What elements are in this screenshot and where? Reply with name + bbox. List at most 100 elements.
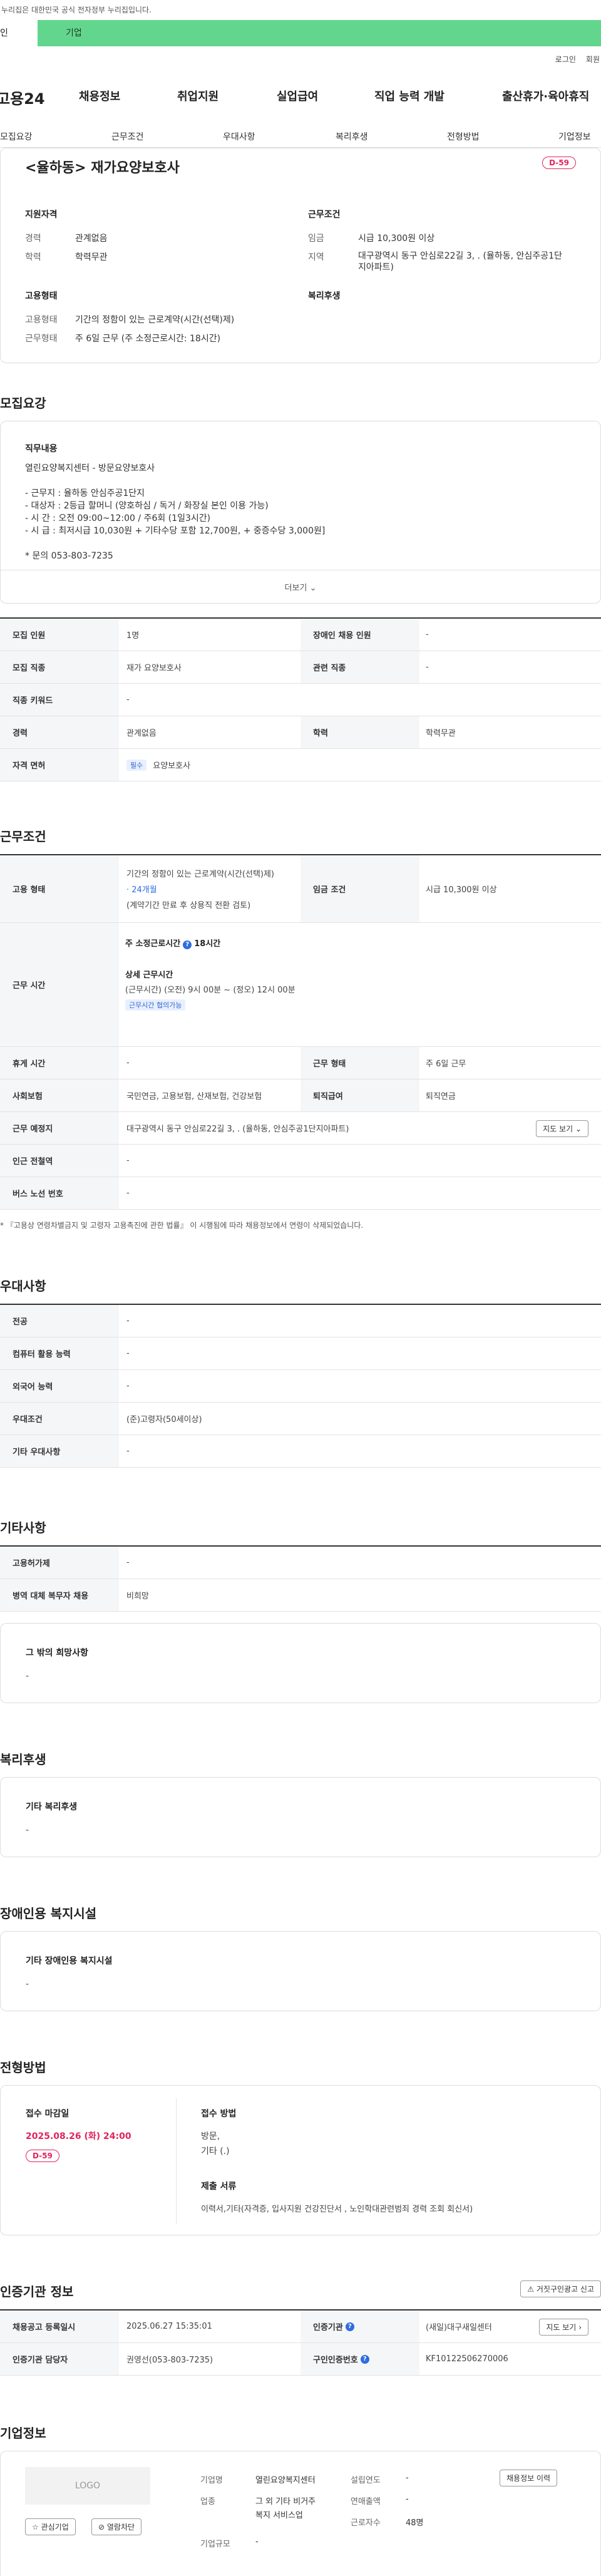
map-button[interactable]: 지도 보기 ⌄ — [536, 1120, 588, 1137]
global-nav: 고용24 채용정보 취업지원 실업급여 직업 능력 개발 출산휴가·육아휴직 — [0, 81, 601, 113]
row-value: (준)고령자(50세이상) — [126, 1415, 202, 1425]
row-value: 학력무관 — [426, 729, 456, 738]
duty-line — [25, 475, 325, 487]
table-row: 직종 키워드 - — [0, 684, 601, 716]
block-icon: ⊘ — [98, 2523, 105, 2532]
info-icon[interactable]: ? — [360, 2354, 369, 2364]
anchor-welfare[interactable]: 복리후생 — [336, 130, 368, 143]
anchor-work[interactable]: 근무조건 — [111, 130, 144, 143]
table-row: 인근 전철역 - — [0, 1145, 601, 1177]
row-value: 기간의 정함이 있는 근로계약(시간(선택)제) · 24개월 (계약기간 만료… — [125, 855, 274, 922]
welfare-heading: 복리후생 — [0, 1752, 46, 1767]
anchor-selection[interactable]: 전형방법 — [447, 130, 480, 143]
tab-corporate[interactable]: 기업 — [38, 20, 601, 46]
anchor-company[interactable]: 기업정보 — [558, 130, 591, 143]
login-link[interactable]: 로그인 — [555, 54, 576, 64]
duty-line — [25, 537, 325, 550]
gnb-item-jobs[interactable]: 채용정보 — [79, 88, 120, 104]
report-button-label: 거짓구인광고 신고 — [536, 2285, 594, 2294]
map-button-label: 지도 보기 — [546, 2323, 577, 2332]
company-size-value: - — [255, 2537, 259, 2547]
row-label: 직종 키워드 — [0, 684, 119, 716]
detail-hours-value: (근무시간) (오전) 9시 00분 ~ (정오) 12시 00분 — [125, 986, 295, 995]
gnb-item-training[interactable]: 직업 능력 개발 — [374, 88, 444, 104]
row-label: 모집 인원 — [0, 619, 119, 651]
table-row: 휴게 시간 - 근무 형태 주 6일 근무 — [0, 1047, 601, 1079]
row-value: 주 6일 근무 — [426, 1059, 466, 1069]
table-row: 근무 시간 주 소정근로시간? 18시간 상세 근무시간 (근무시간) (오전) … — [0, 923, 601, 1047]
block-company-button[interactable]: ⊘ 열람차단 — [91, 2518, 142, 2535]
row-label: 인근 전철역 — [0, 1145, 119, 1177]
row-label: 고용 형태 — [0, 855, 119, 922]
row-value: - — [126, 1381, 130, 1391]
row-value: 비희망 — [126, 1592, 149, 1601]
company-founded-label: 설립연도 — [351, 2476, 381, 2485]
table-row: 고용 형태 기간의 정함이 있는 근로계약(시간(선택)제) · 24개월 (계… — [0, 855, 601, 923]
table-row: 사회보험 국민연금, 고용보험, 산재보험, 건강보험 퇴직급여 퇴직연금 — [0, 1079, 601, 1112]
company-employees-value: 48명 — [406, 2518, 424, 2528]
company-name-value: 열린요양복지센터 — [255, 2476, 316, 2485]
duty-line: 열린요양복지센터 - 방문요양보호사 — [25, 463, 155, 473]
row-label: 버스 노선 번호 — [0, 1177, 119, 1209]
row-label: 외국어 능력 — [0, 1370, 119, 1402]
gnb-item-unemployment[interactable]: 실업급여 — [277, 88, 318, 104]
duty-line: - 근무지 : 율하동 안심주공1단지 — [25, 488, 145, 498]
map-button-label: 지도 보기 — [543, 1125, 573, 1133]
summary-career-value: 관계없음 — [75, 234, 108, 244]
summary-region-value-1: 대구광역시 동구 안심로22길 3, . (율하동, 안심주공1단 — [358, 251, 562, 261]
table-row: 자격 면허 필수 요양보호사 — [0, 749, 601, 781]
job-title: <율하동> 재가요양보호사 — [25, 160, 180, 176]
cert-number-label: 구인인증번호 — [313, 2356, 358, 2365]
summary-wage-value: 시급 10,300원 이상 — [358, 234, 435, 244]
table-row: 버스 노선 번호 - — [0, 1177, 601, 1210]
table-row: 채용공고 등록일시 2025.06.27 15:35:01 인증기관? (새일)… — [0, 2311, 601, 2343]
row-value: 시급 10,300원 이상 — [426, 885, 497, 895]
duty-heading: 직무내용 — [25, 444, 58, 454]
row-label: 전공 — [0, 1305, 119, 1337]
report-button[interactable]: ⚠ 거짓구인광고 신고 — [520, 2280, 601, 2297]
duty-line: * 문의 053-803-7235 — [25, 551, 113, 561]
more-button[interactable]: 더보기 ⌄ — [0, 581, 601, 593]
duty-content: 열린요양복지센터 - 방문요양보호사 - 근무지 : 율하동 안심주공1단지 -… — [25, 462, 325, 562]
recruit-heading: 모집요강 — [0, 396, 46, 411]
week-hours: 주 소정근로시간? 18시간 — [125, 937, 220, 949]
summary-region-label: 지역 — [308, 252, 324, 262]
alert-icon: ⚠ — [527, 2285, 535, 2294]
info-icon[interactable]: ? — [345, 2322, 354, 2331]
duty-line: - 시 간 : 오전 09:00~12:00 / 주6회 (1일3시간) — [25, 513, 211, 523]
row-label: 채용공고 등록일시 — [0, 2311, 119, 2342]
row-label: 임금 조건 — [300, 855, 419, 922]
pref-heading: 우대사항 — [0, 1279, 46, 1294]
row-label: 장애인 채용 인원 — [300, 619, 419, 651]
fav-company-button[interactable]: ☆ 관심기업 — [25, 2518, 76, 2535]
row-value: - — [126, 695, 130, 704]
anchor-recruit[interactable]: 모집요강 — [0, 130, 33, 143]
gnb-item-employment-support[interactable]: 취업지원 — [177, 88, 218, 104]
site-logo[interactable]: 고용24 — [0, 86, 45, 108]
company-founded-value: - — [406, 2473, 409, 2483]
join-link[interactable]: 회원 — [586, 54, 600, 64]
cert-map-button[interactable]: 지도 보기 › — [539, 2319, 588, 2336]
detail-hours-heading: 상세 근무시간 — [125, 971, 173, 980]
row-value: 국민연금, 고용보험, 산재보험, 건강보험 — [126, 1092, 262, 1101]
user-type-tabs: 인 기업 — [0, 20, 601, 46]
row-value: - — [426, 662, 429, 672]
method-value-2: 기타 (.) — [201, 2146, 230, 2156]
row-value: - — [126, 1316, 130, 1326]
employ-type-value: 기간의 정함이 있는 근로계약(시간(선택)제) — [126, 870, 275, 879]
row-label: 휴게 시간 — [0, 1047, 119, 1079]
disabled-box-value: - — [26, 1979, 29, 1989]
cert-agency-label: 인증기관 — [313, 2323, 343, 2332]
tab-personal[interactable]: 인 — [0, 20, 38, 46]
hiring-history-button[interactable]: 채용정보 이력 — [500, 2470, 558, 2486]
company-heading: 기업정보 — [0, 2426, 46, 2441]
info-icon[interactable]: ? — [183, 940, 192, 949]
row-label: 근무 시간 — [0, 923, 119, 1046]
row-label: 경력 — [0, 716, 119, 748]
anchor-pref[interactable]: 우대사항 — [223, 130, 255, 143]
dday-badge: D-59 — [26, 2150, 59, 2162]
week-hours-label: 주 소정근로시간 — [125, 939, 181, 949]
row-label: 자격 면허 — [0, 749, 119, 781]
row-value: - — [126, 1188, 130, 1198]
gnb-item-parental-leave[interactable]: 출산휴가·육아휴직 — [502, 88, 589, 104]
